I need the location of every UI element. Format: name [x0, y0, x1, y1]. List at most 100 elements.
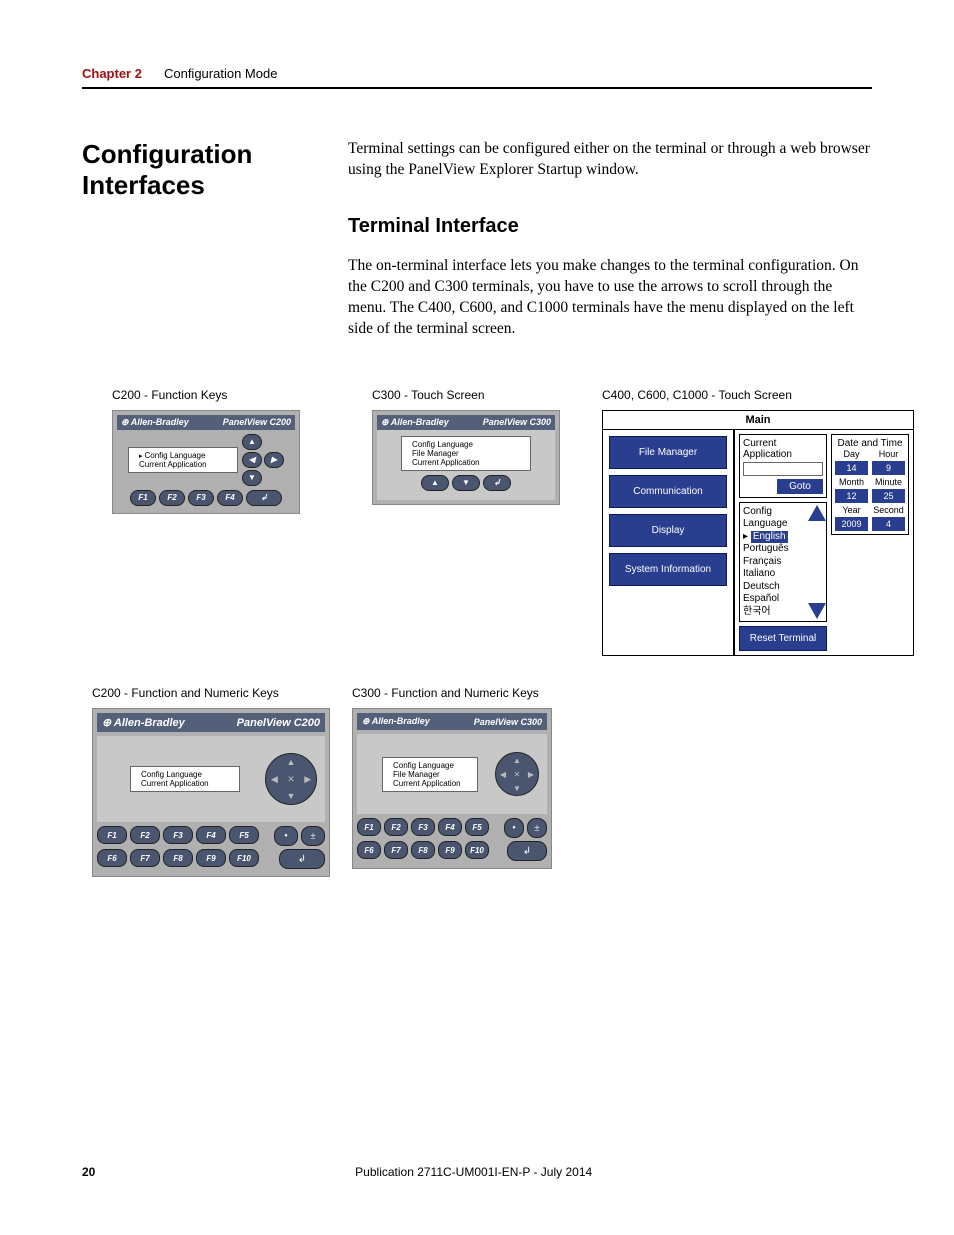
f2-key[interactable]: F2	[130, 826, 160, 844]
f3-key[interactable]: F3	[163, 826, 193, 844]
subsection-body: The on-terminal interface lets you make …	[348, 256, 872, 340]
f6-key[interactable]: F6	[97, 849, 127, 867]
f8-key[interactable]: F8	[163, 849, 193, 867]
lang-option[interactable]: 한국어	[743, 606, 808, 619]
enter-key-icon[interactable]: ↲	[483, 475, 511, 491]
subsection-heading: Terminal Interface	[348, 215, 872, 238]
dot-key[interactable]: •	[504, 818, 524, 838]
enter-key-icon[interactable]: ↲	[507, 841, 547, 861]
page-number: 20	[82, 1165, 95, 1179]
second-value[interactable]: 4	[872, 517, 905, 531]
scroll-up-icon[interactable]	[808, 505, 826, 521]
brand-label: ⊕ Allen-Bradley	[381, 417, 449, 428]
config-lang-label: Config Language	[743, 506, 808, 531]
minute-label: Minute	[872, 477, 905, 487]
intro-paragraph: Terminal settings can be configured eith…	[348, 139, 872, 181]
f10-key[interactable]: F10	[229, 849, 259, 867]
nav-down-icon[interactable]: ▼	[452, 475, 480, 491]
nav-down-icon[interactable]: ▼	[287, 791, 296, 801]
nav-cluster[interactable]: ▲ ◀✕▶ ▼	[265, 753, 317, 805]
nav-down-icon[interactable]: ▼	[513, 784, 521, 793]
f1-key[interactable]: F1	[357, 818, 381, 836]
f2-key[interactable]: F2	[384, 818, 408, 836]
section-heading: Configuration Interfaces	[82, 139, 338, 201]
f7-key[interactable]: F7	[384, 841, 408, 859]
year-label: Year	[835, 505, 868, 515]
dot-key[interactable]: •	[274, 826, 298, 846]
f4-key[interactable]: F4	[217, 490, 243, 506]
lang-option[interactable]: Français	[743, 556, 808, 569]
f10-key[interactable]: F10	[465, 841, 489, 859]
hour-value[interactable]: 9	[872, 461, 905, 475]
menu-item: Config Language	[393, 761, 471, 770]
fig-caption-c300-fnk: C300 - Function and Numeric Keys	[352, 686, 552, 700]
plus-minus-key[interactable]: ±	[301, 826, 325, 846]
plus-minus-key[interactable]: ±	[527, 818, 547, 838]
day-value[interactable]: 14	[835, 461, 868, 475]
model-label: PanelView C200	[237, 717, 320, 729]
f6-key[interactable]: F6	[357, 841, 381, 859]
model-label: PanelView C300	[483, 417, 551, 427]
menu-item[interactable]: Config Language	[412, 440, 524, 449]
nav-down-icon[interactable]: ▼	[242, 470, 262, 486]
menu-item: Current Application	[141, 779, 233, 788]
current-app-field[interactable]	[743, 462, 823, 476]
nav-right-icon[interactable]: ▶	[528, 770, 534, 779]
menu-item[interactable]: Current Application	[412, 458, 524, 467]
chapter-label: Chapter 2	[82, 66, 142, 81]
f4-key[interactable]: F4	[196, 826, 226, 844]
f3-key[interactable]: F3	[411, 818, 435, 836]
f1-key[interactable]: F1	[97, 826, 127, 844]
f4-key[interactable]: F4	[438, 818, 462, 836]
f3-key[interactable]: F3	[188, 490, 214, 506]
date-time-box: Date and Time Day Hour 14 9 Month Minute…	[831, 434, 909, 535]
menu-item: Current Application	[393, 779, 471, 788]
nav-up-icon[interactable]: ▲	[287, 757, 296, 767]
panel-c300-ts: ⊕ Allen-Bradley PanelView C300 Config La…	[372, 410, 560, 505]
brand-label: ⊕ Allen-Bradley	[102, 716, 185, 729]
side-display[interactable]: Display	[609, 514, 727, 547]
goto-button[interactable]: Goto	[777, 479, 823, 494]
nav-up-icon[interactable]: ▲	[513, 756, 521, 765]
touch-title: Main	[603, 411, 913, 430]
nav-cluster[interactable]: ▲ ◀✕▶ ▼	[495, 752, 539, 796]
lang-option[interactable]: Italiano	[743, 568, 808, 581]
f5-key[interactable]: F5	[229, 826, 259, 844]
enter-key-icon[interactable]: ↲	[246, 490, 282, 506]
enter-key-icon[interactable]: ↲	[279, 849, 325, 869]
f7-key[interactable]: F7	[130, 849, 160, 867]
f1-key[interactable]: F1	[130, 490, 156, 506]
year-value[interactable]: 2009	[835, 517, 868, 531]
lang-option[interactable]: Português	[743, 543, 808, 556]
side-file-manager[interactable]: File Manager	[609, 436, 727, 469]
model-label: PanelView C300	[474, 717, 542, 727]
nav-up-icon[interactable]: ▲	[242, 434, 262, 450]
menu-item: Config Language	[139, 451, 231, 460]
minute-value[interactable]: 25	[872, 489, 905, 503]
second-label: Second	[872, 505, 905, 515]
nav-left-icon[interactable]: ◀	[500, 770, 506, 779]
config-lang-box: Config Language ▸ English Português Fran…	[739, 502, 827, 623]
nav-left-icon[interactable]: ◀	[271, 774, 278, 785]
f2-key[interactable]: F2	[159, 490, 185, 506]
nav-up-icon[interactable]: ▲	[421, 475, 449, 491]
lang-option[interactable]: Español	[743, 593, 808, 606]
month-value[interactable]: 12	[835, 489, 868, 503]
menu-item: Current Application	[139, 460, 231, 469]
lang-option[interactable]: Deutsch	[743, 581, 808, 594]
scroll-down-icon[interactable]	[808, 603, 826, 619]
reset-terminal-button[interactable]: Reset Terminal	[739, 626, 827, 651]
f5-key[interactable]: F5	[465, 818, 489, 836]
f9-key[interactable]: F9	[438, 841, 462, 859]
side-system-info[interactable]: System Information	[609, 553, 727, 586]
f8-key[interactable]: F8	[411, 841, 435, 859]
lang-selected[interactable]: English	[751, 531, 788, 544]
side-communication[interactable]: Communication	[609, 475, 727, 508]
date-time-label: Date and Time	[835, 438, 905, 449]
nav-right-icon[interactable]: ▶	[264, 452, 284, 468]
hour-label: Hour	[872, 449, 905, 459]
f9-key[interactable]: F9	[196, 849, 226, 867]
menu-item[interactable]: File Manager	[412, 449, 524, 458]
nav-left-icon[interactable]: ◀	[242, 452, 262, 468]
nav-right-icon[interactable]: ▶	[304, 774, 311, 785]
